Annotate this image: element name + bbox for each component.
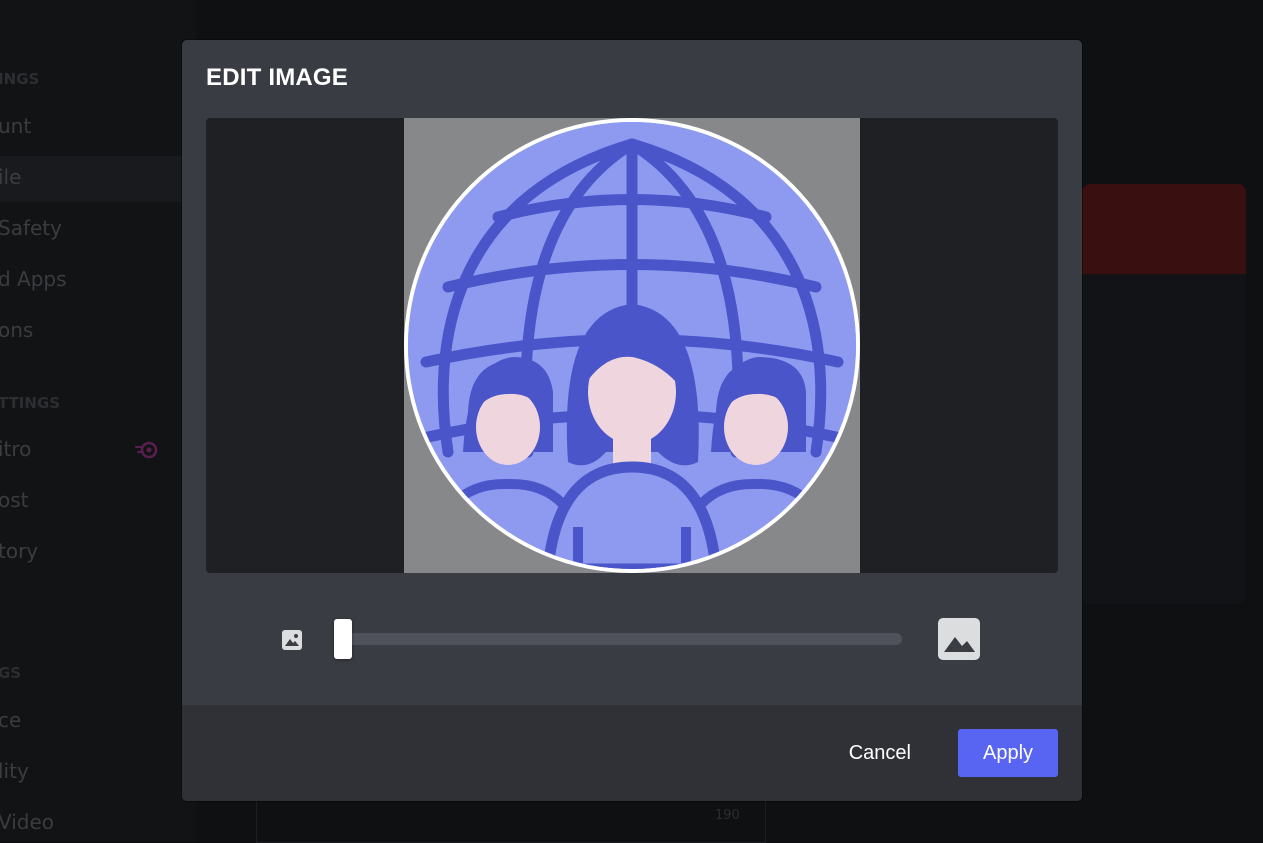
image-small-icon [282, 630, 302, 650]
modal-footer: Cancel Apply [182, 705, 1082, 801]
sidebar-item[interactable]: lity [0, 759, 29, 783]
sidebar-item[interactable]: Video [0, 810, 54, 834]
image-large-icon [938, 618, 980, 660]
settings-sidebar: INGS unt ile Safety d Apps ons TTINGS itro ost to… [0, 0, 196, 842]
sidebar-active-highlight [0, 156, 196, 202]
sidebar-item[interactable]: tory [0, 539, 38, 563]
sidebar-item[interactable]: Safety [0, 216, 62, 240]
profile-banner [1082, 184, 1246, 274]
nitro-icon [135, 441, 158, 459]
sidebar-heading: GS [0, 664, 22, 682]
zoom-slider-track[interactable] [338, 633, 902, 645]
sidebar-item[interactable]: ce [0, 708, 21, 732]
sidebar-item[interactable]: unt [0, 114, 31, 138]
sidebar-item[interactable]: ons [0, 318, 33, 342]
sidebar-item[interactable]: itro [0, 437, 31, 461]
zoom-slider-handle[interactable] [334, 619, 352, 659]
sidebar-item[interactable]: d Apps [0, 267, 67, 291]
sidebar-heading: INGS [0, 70, 40, 88]
cancel-button[interactable]: Cancel [845, 729, 915, 777]
profile-preview-card [1082, 184, 1246, 604]
avatar-image [408, 122, 856, 569]
crop-area[interactable] [206, 118, 1058, 573]
apply-button[interactable]: Apply [958, 729, 1058, 777]
sidebar-item[interactable]: ost [0, 488, 29, 512]
edit-image-modal: EDIT IMAGE Cancel Apply [182, 40, 1082, 801]
modal-title: EDIT IMAGE [206, 64, 349, 91]
crop-circle[interactable] [404, 118, 860, 573]
char-counter: 190 [715, 808, 740, 823]
sidebar-heading: TTINGS [0, 394, 61, 412]
sidebar-item[interactable]: ile [0, 165, 21, 189]
zoom-controls [182, 615, 1082, 665]
